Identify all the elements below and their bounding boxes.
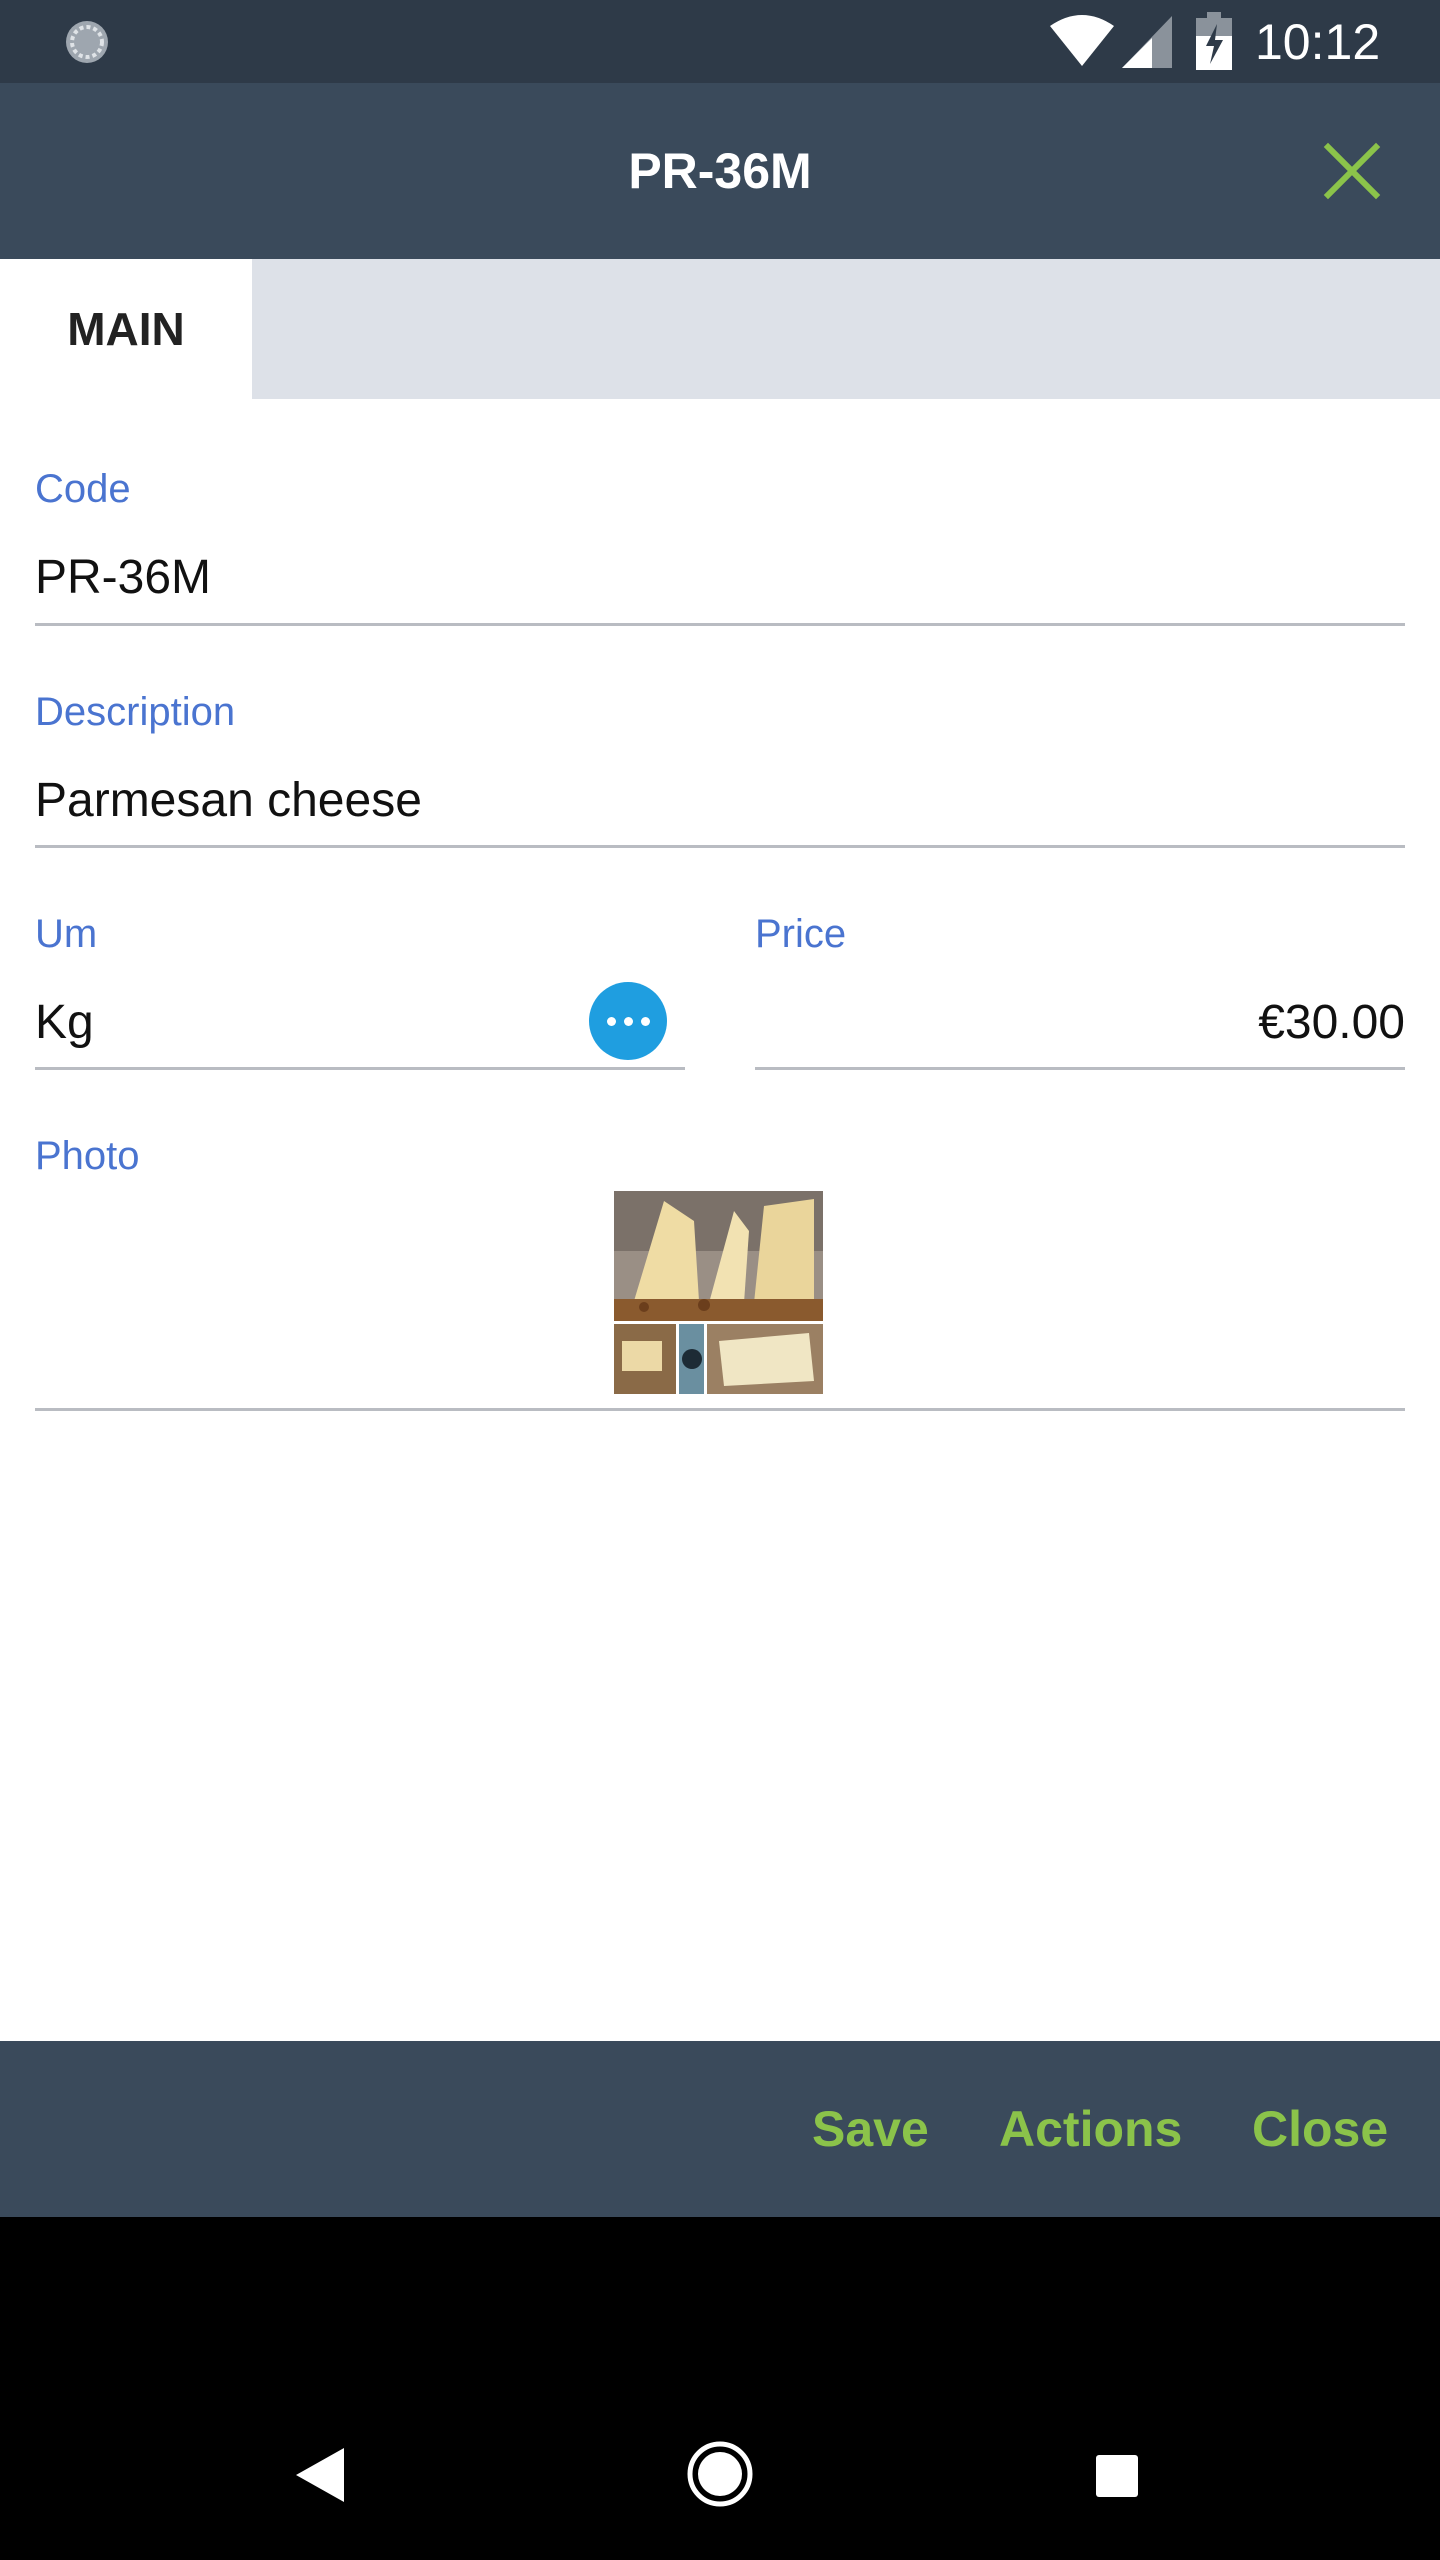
description-underline	[35, 845, 1405, 848]
battery-charging-icon	[1196, 12, 1232, 70]
photo-label: Photo	[35, 1134, 140, 1178]
page-title: PR-36M	[628, 143, 812, 199]
app-bar: PR-36M	[0, 83, 1440, 259]
tab-bar: MAIN	[0, 259, 1440, 399]
actions-button[interactable]: Actions	[999, 2041, 1182, 2217]
tab-main[interactable]: MAIN	[0, 259, 252, 399]
cell-signal-icon	[1122, 16, 1172, 68]
price-label: Price	[755, 912, 847, 956]
more-horizontal-icon	[607, 1017, 616, 1026]
price-underline	[755, 1067, 1405, 1070]
um-underline	[35, 1067, 685, 1070]
status-bar: 10:12	[0, 0, 1440, 83]
parmesan-cheese-photo[interactable]	[614, 1191, 823, 1394]
status-clock: 10:12	[1255, 14, 1381, 70]
description-field[interactable]: Parmesan cheese	[35, 771, 422, 831]
um-label: Um	[35, 912, 98, 956]
system-nav-bar	[0, 2217, 1440, 2560]
description-label: Description	[35, 690, 236, 734]
footer-toolbar: Save Actions Close	[0, 2041, 1440, 2217]
close-button[interactable]: Close	[1252, 2041, 1388, 2217]
back-icon[interactable]	[296, 2448, 344, 2502]
code-field[interactable]: PR-36M	[35, 548, 211, 608]
price-field[interactable]: €30.00	[755, 993, 1405, 1053]
um-field[interactable]: Kg	[35, 993, 94, 1053]
wifi-icon	[1050, 15, 1114, 66]
code-label: Code	[35, 467, 131, 511]
photo-underline	[35, 1408, 1405, 1411]
sync-icon	[66, 21, 108, 63]
um-lookup-button[interactable]	[589, 982, 667, 1060]
close-icon[interactable]	[1322, 141, 1382, 201]
home-icon[interactable]	[686, 2440, 754, 2508]
recents-icon[interactable]	[1096, 2455, 1138, 2497]
code-underline	[35, 623, 1405, 626]
save-button[interactable]: Save	[812, 2041, 929, 2217]
